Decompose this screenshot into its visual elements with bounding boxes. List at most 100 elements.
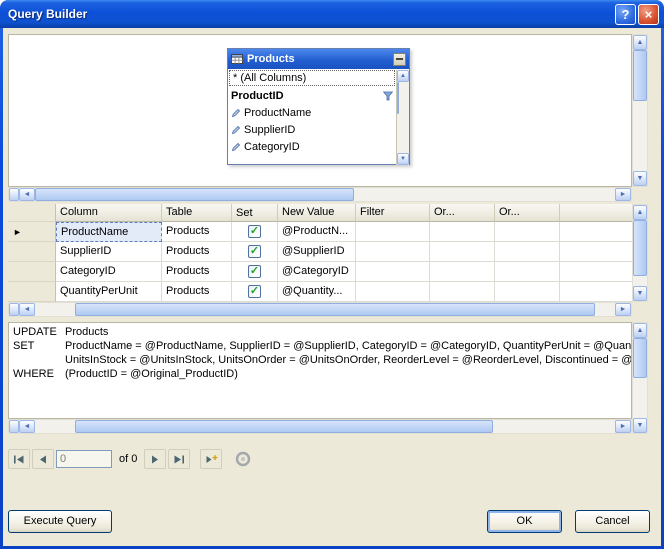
sql-vertical-scrollbar[interactable]: ▲ ▼ bbox=[632, 322, 648, 434]
scroll-thumb[interactable] bbox=[75, 303, 595, 316]
row-selector[interactable] bbox=[8, 262, 56, 282]
sql-horizontal-scrollbar[interactable]: ◄ ► bbox=[8, 419, 632, 434]
pane-splitter-handle[interactable] bbox=[9, 303, 19, 316]
checkbox-checked-icon[interactable]: ✓ bbox=[248, 285, 261, 298]
scroll-right-icon[interactable]: ► bbox=[615, 303, 631, 316]
scroll-track[interactable] bbox=[633, 338, 647, 418]
cell-new-value[interactable]: @Quantity... bbox=[278, 282, 356, 302]
pane-splitter-handle[interactable] bbox=[9, 420, 19, 433]
column-row-supplierid[interactable]: SupplierID bbox=[228, 121, 396, 138]
record-position-input[interactable] bbox=[56, 450, 112, 468]
cell-filter[interactable] bbox=[356, 262, 430, 282]
scroll-track[interactable] bbox=[633, 220, 647, 286]
grid-header-new-value[interactable]: New Value bbox=[278, 204, 356, 222]
scroll-track[interactable] bbox=[35, 420, 615, 433]
scroll-track[interactable] bbox=[35, 188, 615, 201]
cell-table[interactable]: Products bbox=[162, 222, 232, 242]
ok-button[interactable]: OK bbox=[487, 510, 562, 533]
cell-or2[interactable] bbox=[495, 242, 560, 262]
scroll-track[interactable] bbox=[35, 303, 615, 316]
scroll-thumb[interactable] bbox=[633, 50, 647, 101]
cell-set[interactable]: ✓ bbox=[232, 262, 278, 282]
sql-text-area[interactable]: UPDATE Products SET ProductName = @Produ… bbox=[8, 322, 632, 419]
cell-or1[interactable] bbox=[430, 242, 495, 262]
column-row-productid[interactable]: ProductID bbox=[228, 87, 396, 104]
grid-vertical-scrollbar[interactable]: ▲ ▼ bbox=[632, 204, 648, 302]
grid-horizontal-scrollbar[interactable]: ◄ ► bbox=[8, 302, 632, 317]
cell-or2[interactable] bbox=[495, 282, 560, 302]
scroll-thumb[interactable] bbox=[397, 82, 399, 114]
grid-header-table[interactable]: Table bbox=[162, 204, 232, 222]
diagram-canvas[interactable]: Products * (All Columns) ProductID bbox=[8, 34, 632, 187]
cell-new-value[interactable]: @SupplierID bbox=[278, 242, 356, 262]
scroll-up-icon[interactable]: ▲ bbox=[633, 205, 647, 220]
grid-header-set[interactable]: Set bbox=[232, 204, 278, 222]
cell-set[interactable]: ✓ bbox=[232, 222, 278, 242]
cell-filter[interactable] bbox=[356, 242, 430, 262]
scroll-thumb[interactable] bbox=[35, 188, 354, 201]
titlebar[interactable]: Query Builder ? × bbox=[0, 0, 664, 28]
cell-new-value[interactable]: @CategoryID bbox=[278, 262, 356, 282]
scroll-up-icon[interactable]: ▲ bbox=[633, 35, 647, 50]
close-button[interactable]: × bbox=[638, 4, 659, 25]
row-selector[interactable]: ► bbox=[8, 222, 56, 242]
cell-column[interactable]: SupplierID bbox=[56, 242, 162, 262]
scroll-up-icon[interactable]: ▲ bbox=[397, 70, 409, 82]
cell-or1[interactable] bbox=[430, 222, 495, 242]
checkbox-checked-icon[interactable]: ✓ bbox=[248, 245, 261, 258]
grid-header-column[interactable]: Column bbox=[56, 204, 162, 222]
diagram-vertical-scrollbar[interactable]: ▲ ▼ bbox=[632, 34, 648, 187]
move-to-new-row-button[interactable] bbox=[200, 449, 222, 469]
cell-table[interactable]: Products bbox=[162, 242, 232, 262]
cell-column[interactable]: ProductName bbox=[56, 222, 162, 242]
cell-or2[interactable] bbox=[495, 262, 560, 282]
grid-header-or1[interactable]: Or... bbox=[430, 204, 495, 222]
scroll-track[interactable] bbox=[397, 82, 409, 153]
scroll-down-icon[interactable]: ▼ bbox=[633, 418, 647, 433]
move-last-button[interactable] bbox=[168, 449, 190, 469]
scroll-down-icon[interactable]: ▼ bbox=[633, 171, 647, 186]
cell-or1[interactable] bbox=[430, 282, 495, 302]
cell-column[interactable]: QuantityPerUnit bbox=[56, 282, 162, 302]
cancel-button[interactable]: Cancel bbox=[575, 510, 650, 533]
products-table-header[interactable]: Products bbox=[228, 49, 409, 69]
move-first-button[interactable] bbox=[8, 449, 30, 469]
cell-column[interactable]: CategoryID bbox=[56, 262, 162, 282]
column-row-productname[interactable]: ProductName bbox=[228, 104, 396, 121]
scroll-right-icon[interactable]: ► bbox=[615, 420, 631, 433]
checkbox-checked-icon[interactable]: ✓ bbox=[248, 265, 261, 278]
products-table-window[interactable]: Products * (All Columns) ProductID bbox=[227, 48, 410, 165]
move-previous-button[interactable] bbox=[32, 449, 54, 469]
grid-header-filter[interactable]: Filter bbox=[356, 204, 430, 222]
column-row-all-columns[interactable]: * (All Columns) bbox=[229, 70, 395, 86]
cell-or2[interactable] bbox=[495, 222, 560, 242]
execute-query-button[interactable]: Execute Query bbox=[8, 510, 112, 533]
scroll-left-icon[interactable]: ◄ bbox=[19, 303, 35, 316]
scroll-thumb[interactable] bbox=[633, 338, 647, 378]
cell-set[interactable]: ✓ bbox=[232, 242, 278, 262]
move-next-button[interactable] bbox=[144, 449, 166, 469]
diagram-horizontal-scrollbar[interactable]: ◄ ► bbox=[8, 187, 632, 202]
scroll-right-icon[interactable]: ► bbox=[615, 188, 631, 201]
table-window-scrollbar[interactable]: ▲ ▼ bbox=[396, 70, 409, 165]
scroll-left-icon[interactable]: ◄ bbox=[19, 188, 35, 201]
cell-set[interactable]: ✓ bbox=[232, 282, 278, 302]
scroll-down-icon[interactable]: ▼ bbox=[397, 153, 409, 165]
cell-table[interactable]: Products bbox=[162, 262, 232, 282]
scroll-up-icon[interactable]: ▲ bbox=[633, 323, 647, 338]
cell-filter[interactable] bbox=[356, 222, 430, 242]
row-selector[interactable] bbox=[8, 242, 56, 262]
scroll-thumb[interactable] bbox=[633, 220, 647, 276]
cell-new-value[interactable]: @ProductN... bbox=[278, 222, 356, 242]
cell-table[interactable]: Products bbox=[162, 282, 232, 302]
pane-splitter-handle[interactable] bbox=[9, 188, 19, 201]
cancel-query-button[interactable] bbox=[232, 449, 254, 469]
grid-header-or2[interactable]: Or... bbox=[495, 204, 560, 222]
cell-or1[interactable] bbox=[430, 262, 495, 282]
scroll-down-icon[interactable]: ▼ bbox=[633, 286, 647, 301]
column-row-categoryid[interactable]: CategoryID bbox=[228, 138, 396, 155]
scroll-track[interactable] bbox=[633, 50, 647, 171]
row-selector[interactable] bbox=[8, 282, 56, 302]
scroll-left-icon[interactable]: ◄ bbox=[19, 420, 35, 433]
help-button[interactable]: ? bbox=[615, 4, 636, 25]
